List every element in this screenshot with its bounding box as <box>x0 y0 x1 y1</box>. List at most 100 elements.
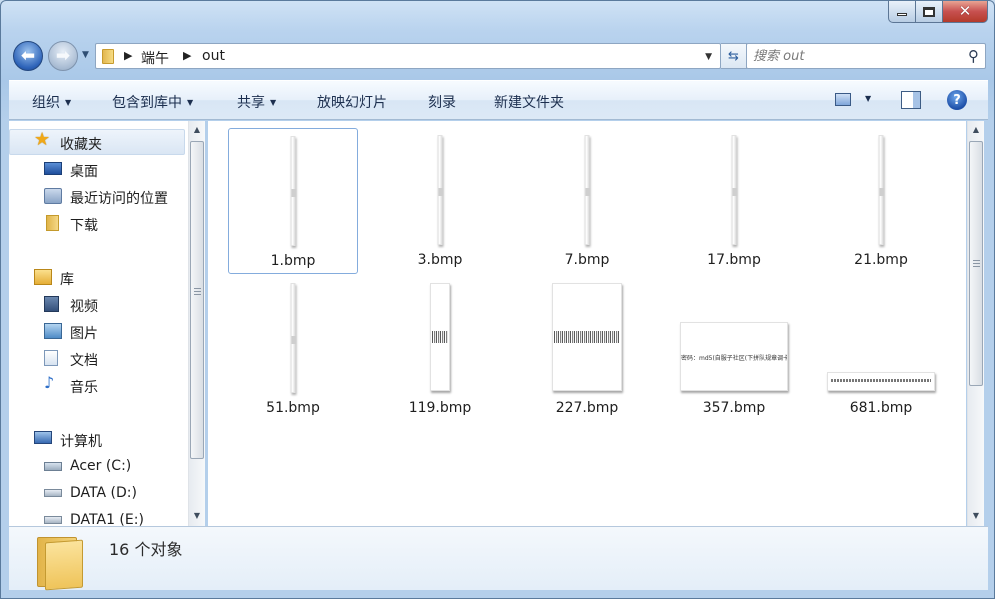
file-item[interactable]: 3.bmp <box>375 128 505 274</box>
file-name: 357.bmp <box>702 400 766 416</box>
back-arrow-icon: ⬅ <box>20 45 36 66</box>
scroll-down-icon[interactable]: ▼ <box>189 507 205 524</box>
sidebar-item-label: 视频 <box>70 299 98 315</box>
star-icon: ★ <box>34 129 51 150</box>
file-item[interactable]: 51.bmp <box>228 276 358 422</box>
sidebar-item-label: 收藏夹 <box>60 137 102 153</box>
thumbnail-text: 密码：md5(自服子社区(下拼队规章调卡节支撑) <box>681 355 787 362</box>
image-thumbnail <box>290 136 297 246</box>
include-in-library-menu[interactable]: 包含到库中 ▼ <box>112 92 193 112</box>
minimize-icon <box>897 13 907 16</box>
breadcrumb-item-duanwu[interactable]: 端午 <box>141 48 169 68</box>
search-input[interactable] <box>753 47 958 65</box>
address-dropdown-icon[interactable]: ▼ <box>705 52 712 62</box>
help-icon[interactable]: ? <box>947 90 967 110</box>
preview-pane-icon[interactable] <box>901 91 921 109</box>
minimize-button[interactable] <box>888 1 916 23</box>
scrollbar-thumb[interactable] <box>190 141 204 459</box>
computer-icon <box>34 431 52 444</box>
maximize-button[interactable] <box>916 1 943 23</box>
sidebar-item-label: 音乐 <box>70 380 98 396</box>
file-name: 227.bmp <box>555 400 619 416</box>
file-item[interactable]: 7.bmp <box>522 128 652 274</box>
drive-icon <box>44 516 62 524</box>
forward-button[interactable]: ➡ <box>48 41 78 71</box>
document-icon <box>44 350 58 366</box>
scroll-up-icon[interactable]: ▲ <box>189 121 205 138</box>
explorer-window: ✕ ⬅ ➡ ▼ ▶ 端午 ▶ out ▼ ⇆ ⚲ 组织 ▼ 包含到库中 ▼ 共享 ▼ … <box>0 0 995 599</box>
sidebar-item-label: 图片 <box>70 326 98 342</box>
scroll-up-icon[interactable]: ▲ <box>968 121 984 138</box>
folder-icon <box>102 49 114 64</box>
navigation-bar: ⬅ ➡ ▼ ▶ 端午 ▶ out ▼ ⇆ ⚲ <box>11 39 991 73</box>
sidebar-item-label: 桌面 <box>70 164 98 180</box>
file-item[interactable]: 1.bmp <box>228 128 358 274</box>
scrollbar-thumb[interactable] <box>969 141 983 386</box>
file-item[interactable]: 119.bmp <box>375 276 505 422</box>
music-icon: ♪ <box>44 373 55 392</box>
search-box: ⚲ <box>746 43 986 69</box>
file-name: 51.bmp <box>266 400 320 416</box>
sidebar-item-label: 计算机 <box>60 434 102 450</box>
drive-icon <box>44 489 62 497</box>
file-name: 3.bmp <box>417 252 463 268</box>
file-list-scrollbar[interactable]: ▲ ▼ <box>967 121 984 526</box>
picture-icon <box>44 323 62 339</box>
sidebar-item-label: 最近访问的位置 <box>70 191 168 207</box>
caption-buttons: ✕ <box>888 1 988 23</box>
organize-menu[interactable]: 组织 ▼ <box>32 92 71 112</box>
navigation-pane: ★ 收藏夹 桌面 最近访问的位置 下载 库 视频 图片 文档 ♪ 音乐 计算机 … <box>9 121 189 526</box>
details-pane: 16 个对象 <box>9 526 988 591</box>
file-name: 681.bmp <box>849 400 913 416</box>
file-name: 119.bmp <box>408 400 472 416</box>
slideshow-button[interactable]: 放映幻灯片 <box>317 92 387 112</box>
sidebar-item-label: 文档 <box>70 353 98 369</box>
breadcrumb-separator-icon[interactable]: ▶ <box>183 49 191 62</box>
recent-pages-dropdown[interactable]: ▼ <box>82 50 89 60</box>
forward-arrow-icon: ➡ <box>55 45 71 66</box>
close-button[interactable]: ✕ <box>943 1 988 23</box>
image-thumbnail <box>827 372 935 391</box>
item-count: 16 个对象 <box>109 540 183 559</box>
close-icon: ✕ <box>958 2 972 20</box>
address-bar[interactable]: ▶ 端午 ▶ out ▼ <box>95 43 721 69</box>
image-thumbnail <box>584 135 591 245</box>
file-item[interactable]: 21.bmp <box>816 128 946 274</box>
sidebar-item-label: DATA1 (E:) <box>70 512 144 526</box>
file-item[interactable]: 17.bmp <box>669 128 799 274</box>
file-name: 7.bmp <box>564 252 610 268</box>
chevron-down-icon: ▼ <box>187 98 194 107</box>
new-folder-button[interactable]: 新建文件夹 <box>494 92 564 112</box>
organize-label: 组织 <box>32 95 60 111</box>
scroll-down-icon[interactable]: ▼ <box>968 507 984 524</box>
maximize-icon <box>923 6 935 17</box>
sidebar-item-label: 库 <box>60 272 74 288</box>
file-item[interactable]: 密码：md5(自服子社区(下拼队规章调卡节支撑) 357.bmp <box>669 276 799 422</box>
image-thumbnail <box>731 135 738 245</box>
navigation-pane-scrollbar[interactable]: ▲ ▼ <box>188 121 205 526</box>
breadcrumb-item-out[interactable]: out <box>202 48 225 64</box>
file-item[interactable]: 681.bmp <box>816 276 946 422</box>
video-icon <box>44 296 59 312</box>
change-view-icon[interactable] <box>835 93 851 106</box>
image-thumbnail <box>290 283 297 393</box>
include-in-library-label: 包含到库中 <box>112 95 182 111</box>
chevron-down-icon: ▼ <box>65 98 72 107</box>
back-button[interactable]: ⬅ <box>13 41 43 71</box>
folder-icon <box>37 531 85 591</box>
refresh-button[interactable]: ⇆ <box>721 43 747 69</box>
breadcrumb-separator-icon[interactable]: ▶ <box>124 49 132 62</box>
downloads-folder-icon <box>46 215 59 231</box>
image-thumbnail <box>437 135 444 245</box>
view-options-dropdown[interactable]: ▼ <box>865 94 871 103</box>
image-thumbnail <box>430 283 450 391</box>
share-label: 共享 <box>237 95 265 111</box>
chevron-down-icon: ▼ <box>270 98 277 107</box>
command-bar: 组织 ▼ 包含到库中 ▼ 共享 ▼ 放映幻灯片 刻录 新建文件夹 ▼ ? <box>9 80 988 120</box>
burn-button[interactable]: 刻录 <box>428 92 456 112</box>
file-name: 17.bmp <box>707 252 761 268</box>
file-list: 1.bmp 3.bmp 7.bmp 17.bmp 21.bmp 51.bmp 1… <box>208 121 966 526</box>
share-menu[interactable]: 共享 ▼ <box>237 92 276 112</box>
file-item[interactable]: 227.bmp <box>522 276 652 422</box>
search-icon[interactable]: ⚲ <box>968 47 979 65</box>
